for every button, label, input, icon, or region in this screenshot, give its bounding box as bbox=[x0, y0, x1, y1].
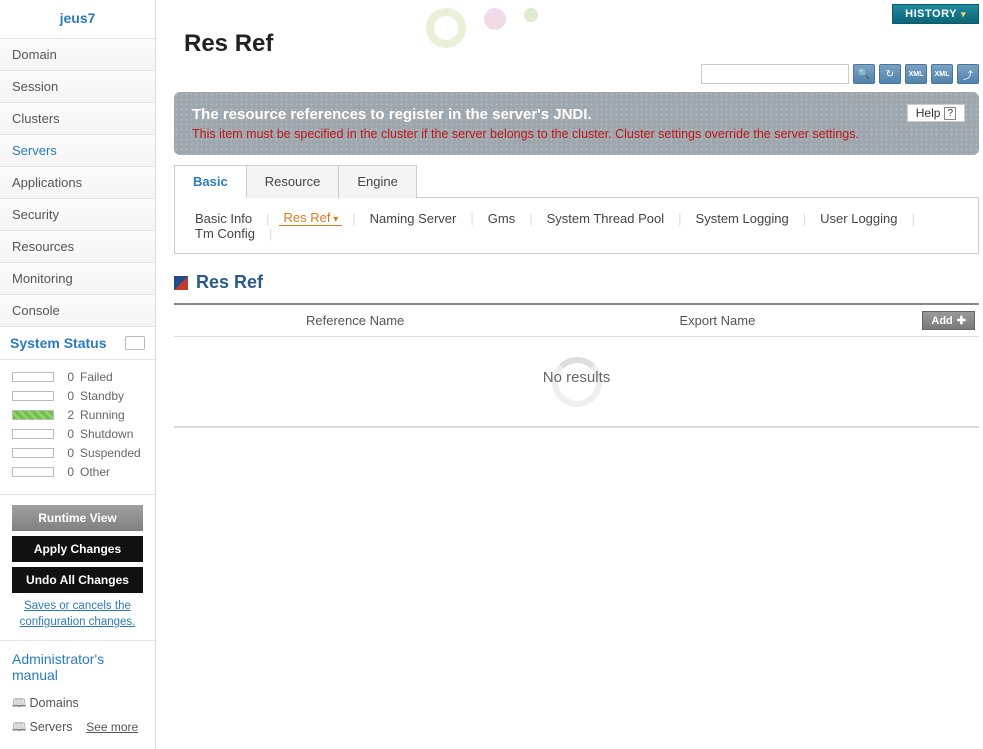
history-label: HISTORY bbox=[905, 8, 957, 20]
undo-changes-button[interactable]: Undo All Changes bbox=[12, 567, 143, 593]
tab-resource[interactable]: Resource bbox=[246, 165, 340, 198]
no-results: No results bbox=[174, 337, 979, 426]
nav-applications[interactable]: Applications bbox=[0, 167, 155, 199]
col-export-name: Export Name bbox=[536, 313, 898, 328]
banner-warning: This item must be specified in the clust… bbox=[192, 127, 961, 141]
manual-domains[interactable]: Domains bbox=[12, 691, 143, 718]
subtab-gms[interactable]: Gms bbox=[484, 211, 519, 226]
subtab-res-ref[interactable]: Res Ref bbox=[279, 210, 342, 226]
section-title: Res Ref bbox=[196, 272, 263, 293]
subtab-tm-config[interactable]: Tm Config bbox=[191, 226, 259, 241]
page-title: Res Ref bbox=[174, 24, 983, 60]
info-banner: The resource references to register in t… bbox=[174, 92, 979, 155]
status-shutdown: 0Shutdown bbox=[12, 427, 143, 441]
manual-title: Administrator's manual bbox=[12, 651, 143, 683]
banner-title: The resource references to register in t… bbox=[192, 106, 961, 123]
status-failed: 0Failed bbox=[12, 370, 143, 384]
help-label: Help bbox=[916, 106, 941, 120]
resref-table: Reference Name Export Name Add ✚ No resu… bbox=[174, 303, 979, 428]
subtab-basic-info[interactable]: Basic Info bbox=[191, 211, 256, 226]
system-status-header: System Status bbox=[0, 327, 155, 360]
nav-monitoring[interactable]: Monitoring bbox=[0, 263, 155, 295]
search-input[interactable] bbox=[701, 64, 849, 84]
col-reference-name: Reference Name bbox=[174, 313, 536, 328]
subtab-naming-server[interactable]: Naming Server bbox=[366, 211, 461, 226]
section-icon bbox=[174, 276, 188, 290]
upload-icon[interactable]: ⤴ bbox=[957, 64, 979, 84]
subtab-system-logging[interactable]: System Logging bbox=[692, 211, 793, 226]
brand[interactable]: jeus7 bbox=[0, 0, 155, 39]
subtabs: Basic Info| Res Ref| Naming Server| Gms|… bbox=[174, 197, 979, 254]
add-button[interactable]: Add ✚ bbox=[922, 311, 975, 330]
save-hint-link[interactable]: Saves or cancels the configuration chang… bbox=[12, 598, 143, 630]
main: HISTORY ▾ Res Ref 🔍 ↻ XML XML ⤴ The reso… bbox=[156, 0, 983, 749]
system-status: 0Failed 0Standby 2Running 0Shutdown 0Sus… bbox=[0, 360, 155, 494]
topbar: HISTORY ▾ bbox=[174, 0, 983, 24]
sidebar: jeus7 Domain Session Clusters Servers Ap… bbox=[0, 0, 156, 749]
no-results-text: No results bbox=[543, 369, 611, 386]
tab-basic[interactable]: Basic bbox=[174, 165, 247, 198]
search-row: 🔍 ↻ XML XML ⤴ bbox=[174, 60, 983, 92]
runtime-view-button[interactable]: Runtime View bbox=[12, 505, 143, 531]
subtab-user-logging[interactable]: User Logging bbox=[816, 211, 901, 226]
help-icon: ? bbox=[944, 107, 956, 120]
search-icon[interactable]: 🔍 bbox=[853, 64, 875, 84]
help-button[interactable]: Help ? bbox=[907, 104, 965, 122]
plus-icon: ✚ bbox=[957, 314, 966, 327]
refresh-icon[interactable]: ↻ bbox=[879, 64, 901, 84]
status-suspended: 0Suspended bbox=[12, 446, 143, 460]
tabs: Basic Resource Engine bbox=[174, 165, 979, 198]
nav-clusters[interactable]: Clusters bbox=[0, 103, 155, 135]
monitor-icon bbox=[125, 336, 145, 350]
tab-engine[interactable]: Engine bbox=[338, 165, 416, 198]
nav-security[interactable]: Security bbox=[0, 199, 155, 231]
add-label: Add bbox=[931, 315, 952, 327]
table-header: Reference Name Export Name Add ✚ bbox=[174, 305, 979, 337]
chevron-down-icon: ▾ bbox=[961, 9, 966, 20]
status-standby: 0Standby bbox=[12, 389, 143, 403]
action-block: Runtime View Apply Changes Undo All Chan… bbox=[0, 494, 155, 641]
history-button[interactable]: HISTORY ▾ bbox=[892, 4, 979, 24]
system-status-title: System Status bbox=[10, 335, 106, 351]
manual-block: Administrator's manual Domains Servers S… bbox=[0, 641, 155, 749]
nav-domain[interactable]: Domain bbox=[0, 39, 155, 71]
nav-servers[interactable]: Servers bbox=[0, 135, 155, 167]
status-running: 2Running bbox=[12, 408, 143, 422]
status-other: 0Other bbox=[12, 465, 143, 479]
manual-servers[interactable]: Servers bbox=[12, 717, 73, 737]
see-more-link[interactable]: See more bbox=[86, 720, 138, 734]
subtab-system-thread-pool[interactable]: System Thread Pool bbox=[543, 211, 669, 226]
nav-console[interactable]: Console bbox=[0, 295, 155, 327]
nav-session[interactable]: Session bbox=[0, 71, 155, 103]
apply-changes-button[interactable]: Apply Changes bbox=[12, 536, 143, 562]
section-header: Res Ref bbox=[174, 272, 979, 297]
xml-export-icon[interactable]: XML bbox=[905, 64, 927, 84]
nav-resources[interactable]: Resources bbox=[0, 231, 155, 263]
xml-import-icon[interactable]: XML bbox=[931, 64, 953, 84]
